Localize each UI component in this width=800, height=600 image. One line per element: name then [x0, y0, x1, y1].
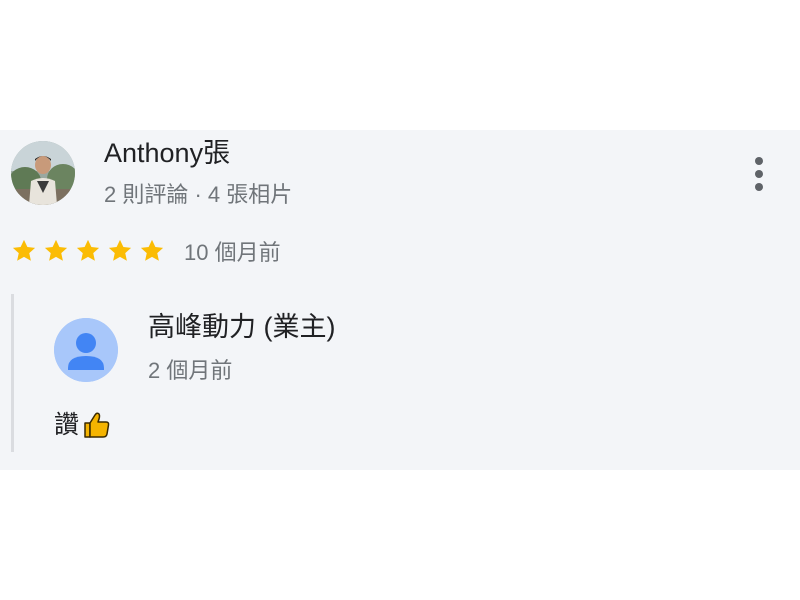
owner-name[interactable]: 高峰動力 (業主): [148, 310, 335, 344]
review-date: 10 個月前: [184, 240, 281, 265]
reviewer-avatar[interactable]: [11, 141, 75, 205]
owner-avatar[interactable]: [54, 318, 118, 382]
star-rating: [10, 237, 166, 265]
reviewer-meta: 2 則評論 · 4 張相片: [104, 182, 293, 207]
reply-text: 讚: [54, 408, 111, 442]
reviewer-name[interactable]: Anthony張: [104, 136, 230, 170]
star-icon: [140, 239, 164, 261]
default-person-icon: [54, 318, 118, 382]
star-icon: [12, 239, 36, 261]
rating-row: 10 個月前: [10, 234, 281, 268]
thumbs-up-icon: [81, 410, 111, 440]
review-card: Anthony張 2 則評論 · 4 張相片 10 個月前 高峰動力 (業主) …: [0, 130, 800, 470]
star-icon: [108, 239, 132, 261]
star-icon: [44, 239, 68, 261]
more-vertical-icon-dot: [755, 183, 763, 191]
more-vertical-icon: [755, 157, 763, 165]
reply-text-content: 讚: [54, 411, 80, 439]
owner-reply-date: 2 個月前: [148, 358, 233, 383]
owner-reply: 高峰動力 (業主) 2 個月前 讚: [11, 294, 774, 452]
more-options-button[interactable]: [744, 152, 774, 196]
reviewer-photo: [11, 141, 75, 205]
more-vertical-icon-dot: [755, 170, 763, 178]
star-icon: [76, 239, 100, 261]
